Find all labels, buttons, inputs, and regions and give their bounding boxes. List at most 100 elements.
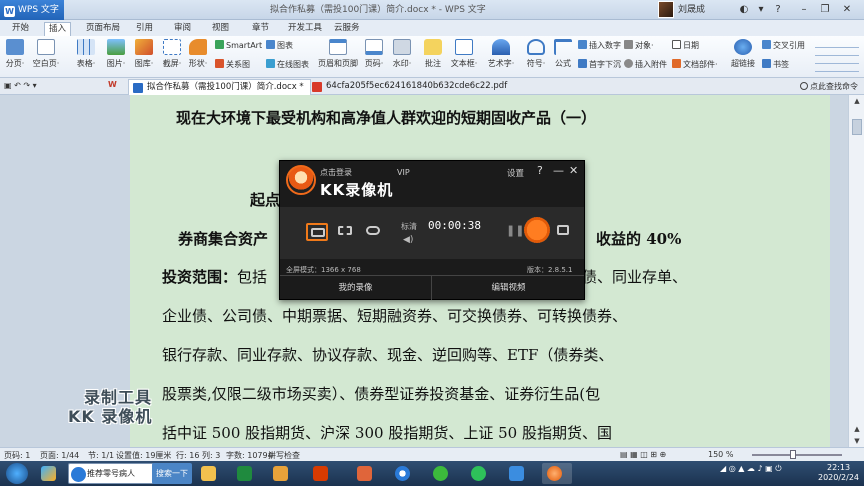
settings-button[interactable]: 设置: [507, 167, 524, 179]
status-page[interactable]: 页码: 1: [4, 450, 30, 461]
find-command-box[interactable]: 点此查找命令: [800, 81, 858, 92]
watermark-button[interactable]: 水印·: [390, 39, 414, 69]
volume-icon[interactable]: ◀): [403, 235, 413, 245]
record-button[interactable]: [524, 217, 550, 243]
tab-page-layout[interactable]: 页面布局: [82, 22, 124, 36]
taskbar-app-360[interactable]: [428, 463, 454, 484]
vertical-scrollbar[interactable]: ▲ ▲ ▼: [848, 95, 864, 447]
taskbar-app-wechat[interactable]: [466, 463, 492, 484]
camera-icon[interactable]: [557, 225, 569, 235]
vip-badge[interactable]: VIP: [397, 168, 410, 177]
user-name[interactable]: 刘晟成: [678, 0, 705, 20]
formula-button[interactable]: 公式: [552, 39, 574, 69]
taskbar-app-explorer[interactable]: [196, 463, 222, 484]
pause-icon[interactable]: ❚❚: [506, 224, 524, 237]
screen-mode-button[interactable]: [306, 223, 328, 241]
zoom-slider-knob[interactable]: [790, 450, 796, 459]
textbox-button[interactable]: 文本框·: [450, 39, 478, 69]
insert-number-button[interactable]: 插入数字: [578, 40, 621, 51]
hyperlink-button[interactable]: 超链接: [728, 39, 758, 69]
taskbar-search-button[interactable]: 搜索一下: [152, 463, 192, 484]
minimize-icon[interactable]: —: [553, 164, 564, 177]
comment-button[interactable]: 批注: [422, 39, 444, 69]
tab-cloud[interactable]: 云服务: [330, 22, 364, 36]
chart-button[interactable]: 图表: [266, 40, 293, 51]
close-button[interactable]: ✕: [840, 3, 854, 17]
close-icon[interactable]: ✕: [569, 164, 578, 177]
taskbar-app-wps[interactable]: [504, 463, 532, 484]
quick-access-icons[interactable]: ▣ ↶ ↷ ▾: [4, 81, 37, 90]
region-mode-button[interactable]: [335, 223, 357, 241]
screenshot-button[interactable]: 截屏·: [160, 39, 184, 69]
view-mode-icons[interactable]: ▤ ▦ ◫ ⊞ ⊕: [620, 450, 666, 459]
more-ribbon-panel[interactable]: [815, 40, 859, 72]
taskbar-app-photos[interactable]: [36, 463, 62, 484]
smartart-button[interactable]: SmartArt: [215, 40, 262, 50]
skin-icon[interactable]: ◐: [737, 3, 751, 17]
drop-cap-button[interactable]: 首字下沉: [578, 59, 621, 70]
status-words[interactable]: 字数: 10794: [226, 450, 273, 461]
help-icon[interactable]: ?: [771, 3, 785, 17]
taskbar-app-kk[interactable]: [542, 463, 572, 484]
start-button[interactable]: [6, 463, 28, 484]
system-tray[interactable]: ◢ ◎ ▲ ☁ ♪ ▣ ⏻: [720, 464, 782, 474]
tab-developer[interactable]: 开发工具: [284, 22, 326, 36]
login-link[interactable]: 点击登录: [320, 167, 352, 178]
taskbar-app-excel[interactable]: [232, 463, 258, 484]
object-button[interactable]: 对象·: [624, 40, 654, 51]
picture-button[interactable]: 图片·: [104, 39, 128, 69]
cross-reference-button[interactable]: 交叉引用: [762, 40, 805, 51]
taskbar-app-office[interactable]: [308, 463, 334, 484]
gallery-button[interactable]: 图库·: [132, 39, 156, 69]
online-chart-button[interactable]: 在线图表: [266, 59, 309, 70]
shape-button[interactable]: 形状·: [186, 39, 210, 69]
restore-button[interactable]: ❐: [818, 3, 832, 17]
doc-tab-active[interactable]: 拟合作私募（需投100门课）简介.docx *: [128, 79, 311, 95]
tab-references[interactable]: 引用: [132, 22, 157, 36]
page-number-button[interactable]: 页码·: [362, 39, 386, 69]
attachment-button[interactable]: 插入附件: [624, 59, 667, 70]
prev-page-icon[interactable]: ▲: [849, 423, 864, 435]
bookmark-button[interactable]: 书签: [762, 59, 789, 70]
wordart-button[interactable]: 艺术字·: [486, 39, 516, 69]
symbol-button[interactable]: 符号·: [524, 39, 548, 69]
zoom-level[interactable]: 150 %: [708, 450, 733, 459]
search-box-text[interactable]: 推荐零号病人: [87, 468, 135, 479]
taskbar-app-store[interactable]: [268, 463, 294, 484]
relation-diagram-button[interactable]: 关系图: [215, 59, 250, 70]
page-break-button[interactable]: 分页·: [4, 39, 26, 69]
doc-tab-pdf[interactable]: 64cfa205f5ec624161840b632cde6c22.pdf: [308, 79, 513, 95]
status-section[interactable]: 节: 1/1: [88, 450, 114, 461]
taskbar-app-browser[interactable]: [390, 463, 416, 484]
quality-selector[interactable]: 标清: [401, 221, 417, 232]
next-page-icon[interactable]: ▼: [849, 435, 864, 447]
blank-page-button[interactable]: 空白页·: [30, 39, 62, 69]
avatar[interactable]: [658, 1, 674, 18]
header-footer-button[interactable]: 页眉和页脚: [316, 39, 360, 69]
kk-recorder-window[interactable]: 点击登录 VIP KK录像机 设置 ? — ✕ 标清 ◀) 00:00:38 ❚…: [279, 160, 585, 300]
help-icon[interactable]: ?: [537, 164, 543, 177]
scroll-up-icon[interactable]: ▲: [849, 95, 864, 107]
game-mode-button[interactable]: [363, 223, 385, 241]
my-recordings-button[interactable]: 我的录像: [280, 276, 432, 300]
tab-home[interactable]: 开始: [8, 22, 33, 36]
zoom-slider[interactable]: [752, 454, 842, 456]
taskbar-app-nav[interactable]: [352, 463, 378, 484]
taskbar-clock[interactable]: 22:13 2020/2/24: [818, 463, 859, 483]
tab-insert[interactable]: 插入: [44, 22, 72, 36]
dropdown-icon[interactable]: ▾: [754, 3, 768, 17]
wps-app-menu-button[interactable]: W WPS 文字: [0, 0, 64, 20]
doc-parts-button[interactable]: 文档部件·: [672, 59, 718, 70]
date-button[interactable]: 日期: [672, 40, 699, 51]
scroll-thumb[interactable]: [852, 119, 862, 135]
taskbar-search-box[interactable]: 推荐零号病人: [68, 463, 154, 484]
minimize-button[interactable]: –: [797, 3, 811, 17]
tab-chapter[interactable]: 章节: [248, 22, 273, 36]
spell-check[interactable]: 拼写检查: [268, 450, 300, 461]
edit-video-button[interactable]: 编辑视频: [433, 276, 584, 300]
status-setting[interactable]: 设置值: 19厘米: [116, 450, 171, 461]
status-pages[interactable]: 页面: 1/44: [40, 450, 79, 461]
tab-review[interactable]: 审阅: [170, 22, 195, 36]
tab-view[interactable]: 视图: [208, 22, 233, 36]
table-button[interactable]: 表格·: [74, 39, 98, 69]
